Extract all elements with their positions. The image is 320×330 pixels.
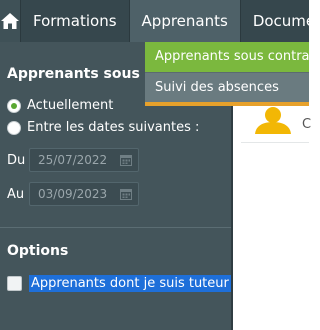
- content-separator: [241, 142, 309, 143]
- radio-date-range[interactable]: Entre les dates suivantes :: [7, 120, 199, 135]
- options-title: Options: [7, 243, 69, 259]
- tutor-checkbox-label[interactable]: Apprenants dont je suis tuteur: [29, 275, 231, 292]
- tab-apprenants[interactable]: Apprenants: [129, 0, 241, 42]
- tutor-checkbox-row[interactable]: Apprenants dont je suis tuteur: [7, 275, 231, 292]
- top-navigation: Formations Apprenants Docume: [0, 0, 315, 42]
- tab-formations[interactable]: Formations: [21, 0, 130, 42]
- menu-item-suivi-des-absences[interactable]: Suivi des absences: [145, 72, 309, 102]
- home-button[interactable]: [0, 0, 21, 42]
- home-icon: [1, 13, 19, 29]
- radio-currently[interactable]: Actuellement: [7, 98, 113, 113]
- calendar-icon[interactable]: [120, 188, 132, 200]
- date-to-value: 03/09/2023: [38, 187, 108, 201]
- apprenants-dropdown: Apprenants sous contrat Suivi des absenc…: [145, 42, 315, 106]
- date-from-field[interactable]: 25/07/2022: [29, 148, 139, 172]
- date-to-row: Au 03/09/2023: [7, 182, 139, 206]
- menu-item-apprenants-sous-contrat[interactable]: Apprenants sous contrat: [145, 42, 315, 72]
- date-from-value: 25/07/2022: [38, 153, 108, 167]
- calendar-icon[interactable]: [120, 154, 132, 166]
- date-to-label: Au: [7, 186, 25, 202]
- date-to-field[interactable]: 03/09/2023: [29, 182, 139, 206]
- tutor-checkbox[interactable]: [7, 276, 22, 291]
- radio-date-range-button[interactable]: [7, 120, 21, 135]
- date-from-row: Du 25/07/2022: [7, 148, 139, 172]
- date-from-label: Du: [7, 152, 26, 168]
- section-divider: [0, 227, 233, 228]
- content-partial-text: C: [302, 117, 312, 132]
- radio-currently-label: Actuellement: [27, 98, 114, 113]
- radio-currently-button[interactable]: [7, 98, 21, 113]
- user-icon: [255, 107, 291, 134]
- radio-date-range-label: Entre les dates suivantes :: [27, 120, 200, 135]
- tab-documents[interactable]: Docume: [241, 0, 320, 42]
